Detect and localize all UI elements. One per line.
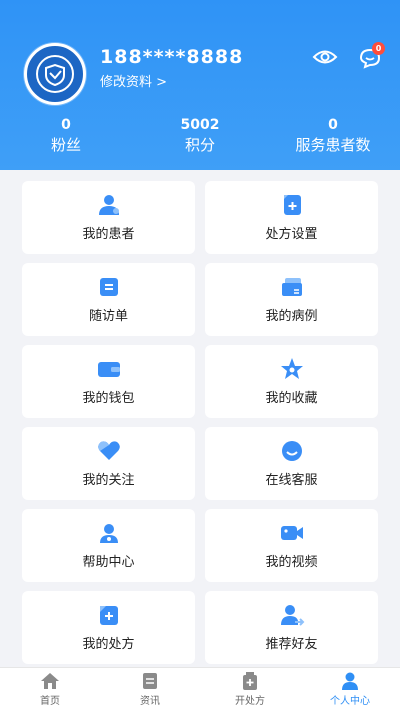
- menu-label: 我的患者: [82, 227, 135, 242]
- stat-value: 0: [328, 117, 338, 133]
- bottom-tab-bar: 首页 资讯 开处方 个人中心: [0, 667, 400, 711]
- menu-recommend-friends[interactable]: 推荐好友: [205, 591, 378, 664]
- menu-label: 我的视频: [265, 555, 318, 570]
- stat-patients-served[interactable]: 0 服务患者数: [273, 117, 393, 155]
- shield-check-icon: [36, 55, 74, 93]
- message-button[interactable]: 0: [357, 42, 385, 71]
- menu-favorites[interactable]: 我的收藏: [205, 345, 378, 418]
- help-center-icon: [99, 524, 118, 543]
- news-icon: [143, 673, 157, 689]
- tab-home[interactable]: 首页: [0, 668, 100, 711]
- stat-fans[interactable]: 0 粉丝: [6, 117, 126, 155]
- wallet-icon: [97, 362, 120, 377]
- stat-value: 5002: [180, 117, 220, 133]
- username: 188****8888: [100, 46, 244, 68]
- tab-prescribe[interactable]: 开处方: [200, 668, 300, 711]
- menu-my-patients[interactable]: 我的患者: [22, 181, 195, 254]
- tab-label: 首页: [40, 696, 60, 707]
- favorite-star-icon: [280, 358, 303, 379]
- menu-followup-form[interactable]: 随访单: [22, 263, 195, 336]
- tab-label: 资讯: [140, 696, 160, 707]
- menu-label: 推荐好友: [265, 637, 318, 652]
- prescription-settings-icon: [283, 195, 301, 215]
- menu-label: 我的收藏: [265, 391, 318, 406]
- menu-label: 处方设置: [265, 227, 318, 242]
- home-icon: [41, 673, 59, 689]
- message-badge: 0: [372, 42, 385, 55]
- stat-label: 积分: [184, 136, 215, 154]
- menu-online-service[interactable]: 在线客服: [205, 427, 378, 500]
- eye-icon: [312, 50, 338, 64]
- stat-value: 0: [61, 117, 71, 133]
- video-icon: [280, 526, 303, 540]
- tab-label: 开处方: [235, 696, 265, 707]
- edit-profile-link[interactable]: 修改资料 >: [100, 71, 167, 90]
- prescribe-icon: [243, 672, 257, 690]
- menu-label: 帮助中心: [82, 555, 135, 570]
- menu-following[interactable]: 我的关注: [22, 427, 195, 500]
- tab-label: 个人中心: [330, 696, 370, 707]
- menu-label: 我的钱包: [82, 391, 135, 406]
- eye-button[interactable]: [312, 46, 338, 68]
- stat-points[interactable]: 5002 积分: [140, 117, 260, 155]
- menu-label: 我的处方: [82, 637, 135, 652]
- menu-my-prescriptions[interactable]: 我的处方: [22, 591, 195, 664]
- menu-label: 在线客服: [265, 473, 318, 488]
- stat-label: 粉丝: [50, 136, 81, 154]
- menu-help-center[interactable]: 帮助中心: [22, 509, 195, 582]
- avatar[interactable]: [24, 43, 86, 105]
- patient-icon: [98, 195, 119, 215]
- menu-label: 随访单: [88, 309, 128, 324]
- stat-label: 服务患者数: [295, 136, 371, 154]
- menu-label: 我的关注: [82, 473, 135, 488]
- profile-header: 188****8888 修改资料 > 0 0 粉丝 5002 积分 0 服务患者…: [0, 0, 400, 170]
- menu-label: 我的病例: [265, 309, 318, 324]
- medical-record-icon: [281, 278, 302, 296]
- tab-profile[interactable]: 个人中心: [300, 668, 400, 711]
- follow-heart-icon: [97, 441, 120, 460]
- my-prescription-icon: [99, 606, 118, 625]
- followup-form-icon: [99, 278, 118, 296]
- menu-prescription-settings[interactable]: 处方设置: [205, 181, 378, 254]
- recommend-friend-icon: [280, 605, 304, 626]
- profile-icon: [342, 672, 358, 690]
- tab-news[interactable]: 资讯: [100, 668, 200, 711]
- menu-wallet[interactable]: 我的钱包: [22, 345, 195, 418]
- menu-my-videos[interactable]: 我的视频: [205, 509, 378, 582]
- customer-service-icon: [281, 441, 302, 461]
- menu-medical-records[interactable]: 我的病例: [205, 263, 378, 336]
